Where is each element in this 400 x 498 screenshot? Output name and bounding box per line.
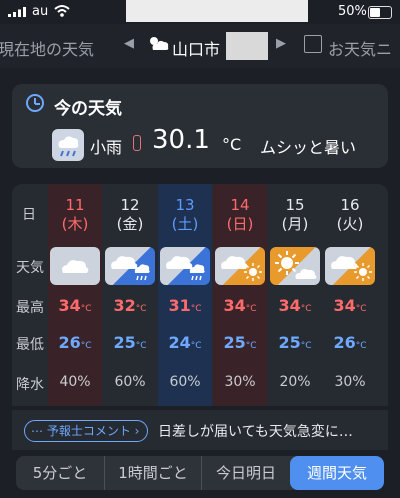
low-temp: 26°C [333, 333, 367, 352]
forecaster-comment-text: 日差しが届いても天気急変に… [158, 424, 353, 440]
tab-today-tomorrow[interactable]: 今日明日 [202, 456, 290, 490]
forecaster-comment[interactable]: ⋯ 予報士コメント › 日差しが届いても天気急変に… [12, 410, 388, 450]
label-precip: 降水 [16, 377, 44, 393]
cloudy-sunny-icon [215, 247, 265, 285]
label-high: 最高 [16, 300, 44, 316]
label-day: 日 [22, 207, 36, 223]
sunny-cloudy-icon [270, 247, 320, 285]
tab-hourly[interactable]: 1時間ごと [105, 456, 202, 490]
day-date: 15 (月) [281, 196, 309, 233]
low-temp: 26°C [58, 333, 92, 352]
low-temp: 25°C [223, 333, 257, 352]
day-column[interactable]: 12 (金) 32°C 25°C 60% [103, 184, 157, 406]
precip-chance: 40% [59, 374, 91, 390]
battery-percent: 50% [338, 4, 367, 19]
day-date: 11 (木) [61, 196, 89, 233]
high-temp: 34°C [278, 296, 312, 315]
cloudy-icon [50, 247, 100, 285]
light-rain-icon [52, 129, 84, 161]
thermometer-icon [133, 135, 141, 151]
high-temp: 34°C [223, 296, 257, 315]
high-temp: 34°C [58, 296, 92, 315]
news-icon [304, 35, 322, 53]
current-weather-card: 今の天気 小雨 30.1 °C ムシッと暑い [12, 84, 388, 168]
low-temp: 25°C [113, 333, 147, 352]
label-low: 最低 [16, 337, 44, 353]
high-temp: 34°C [333, 296, 367, 315]
cloudy-sunny-icon [325, 247, 375, 285]
cloudy-rain-icon [105, 247, 155, 285]
weekly-forecast-table: 日 天気 最高 最低 降水 11 (木) 34°C 26°C 40% 12 (金) … [12, 184, 388, 406]
day-column[interactable]: 14 (日) 34°C 25°C 30% [213, 184, 267, 406]
day-column[interactable]: 16 (火) 34°C 26°C 30% [323, 184, 377, 406]
high-temp: 31°C [168, 296, 202, 315]
day-date: 13 (土) [171, 196, 199, 233]
precip-chance: 60% [169, 374, 201, 390]
day-column[interactable]: 13 (土) 31°C 24°C 60% [158, 184, 212, 406]
wifi-icon [54, 5, 70, 17]
current-condition: 小雨 [90, 138, 123, 157]
forecast-tabs: 5分ごと 1時間ごと 今日明日 週間天気 [16, 456, 384, 490]
current-weather-title: 今の天気 [54, 99, 122, 119]
redacted-area [226, 32, 268, 60]
precip-chance: 30% [224, 374, 256, 390]
tab-weekly[interactable]: 週間天気 [290, 456, 384, 490]
day-date: 14 (日) [226, 196, 254, 233]
current-description: ムシッと暑い [260, 138, 357, 157]
clock-icon [26, 94, 44, 112]
partly-cloudy-icon [150, 37, 169, 50]
low-temp: 25°C [278, 333, 312, 352]
chevron-left-icon[interactable]: ◀ [124, 36, 134, 51]
label-weather: 天気 [16, 260, 44, 276]
status-bar: au 50% [0, 0, 400, 24]
high-temp: 32°C [113, 296, 147, 315]
redacted-area [126, 0, 308, 22]
day-column[interactable]: 15 (月) 34°C 25°C 20% [268, 184, 322, 406]
chevron-right-icon[interactable]: ▶ [276, 36, 286, 51]
forecaster-comment-chip[interactable]: ⋯ 予報士コメント › [24, 420, 149, 442]
prev-location-tab[interactable]: 現在地の天気 [0, 36, 94, 60]
temperature-unit: °C [222, 135, 242, 154]
precip-chance: 60% [114, 374, 146, 390]
day-column[interactable]: 11 (木) 34°C 26°C 40% [48, 184, 102, 406]
carrier-label: au [32, 4, 49, 19]
signal-icon [8, 7, 26, 17]
tab-5min[interactable]: 5分ごと [16, 456, 105, 490]
precip-chance: 30% [334, 374, 366, 390]
day-date: 12 (金) [116, 196, 144, 233]
cloudy-rain-icon [160, 247, 210, 285]
current-location-tab[interactable]: 山口市 [172, 36, 220, 60]
precip-chance: 20% [279, 374, 311, 390]
battery-icon [368, 6, 392, 19]
location-nav: 現在地の天気 ◀ 山口市 ▶ お天気ニ [0, 24, 400, 68]
day-date: 16 (火) [336, 196, 364, 233]
next-location-tab[interactable]: お天気ニ [328, 36, 392, 60]
low-temp: 24°C [168, 333, 202, 352]
current-temperature: 30.1 [152, 125, 210, 155]
